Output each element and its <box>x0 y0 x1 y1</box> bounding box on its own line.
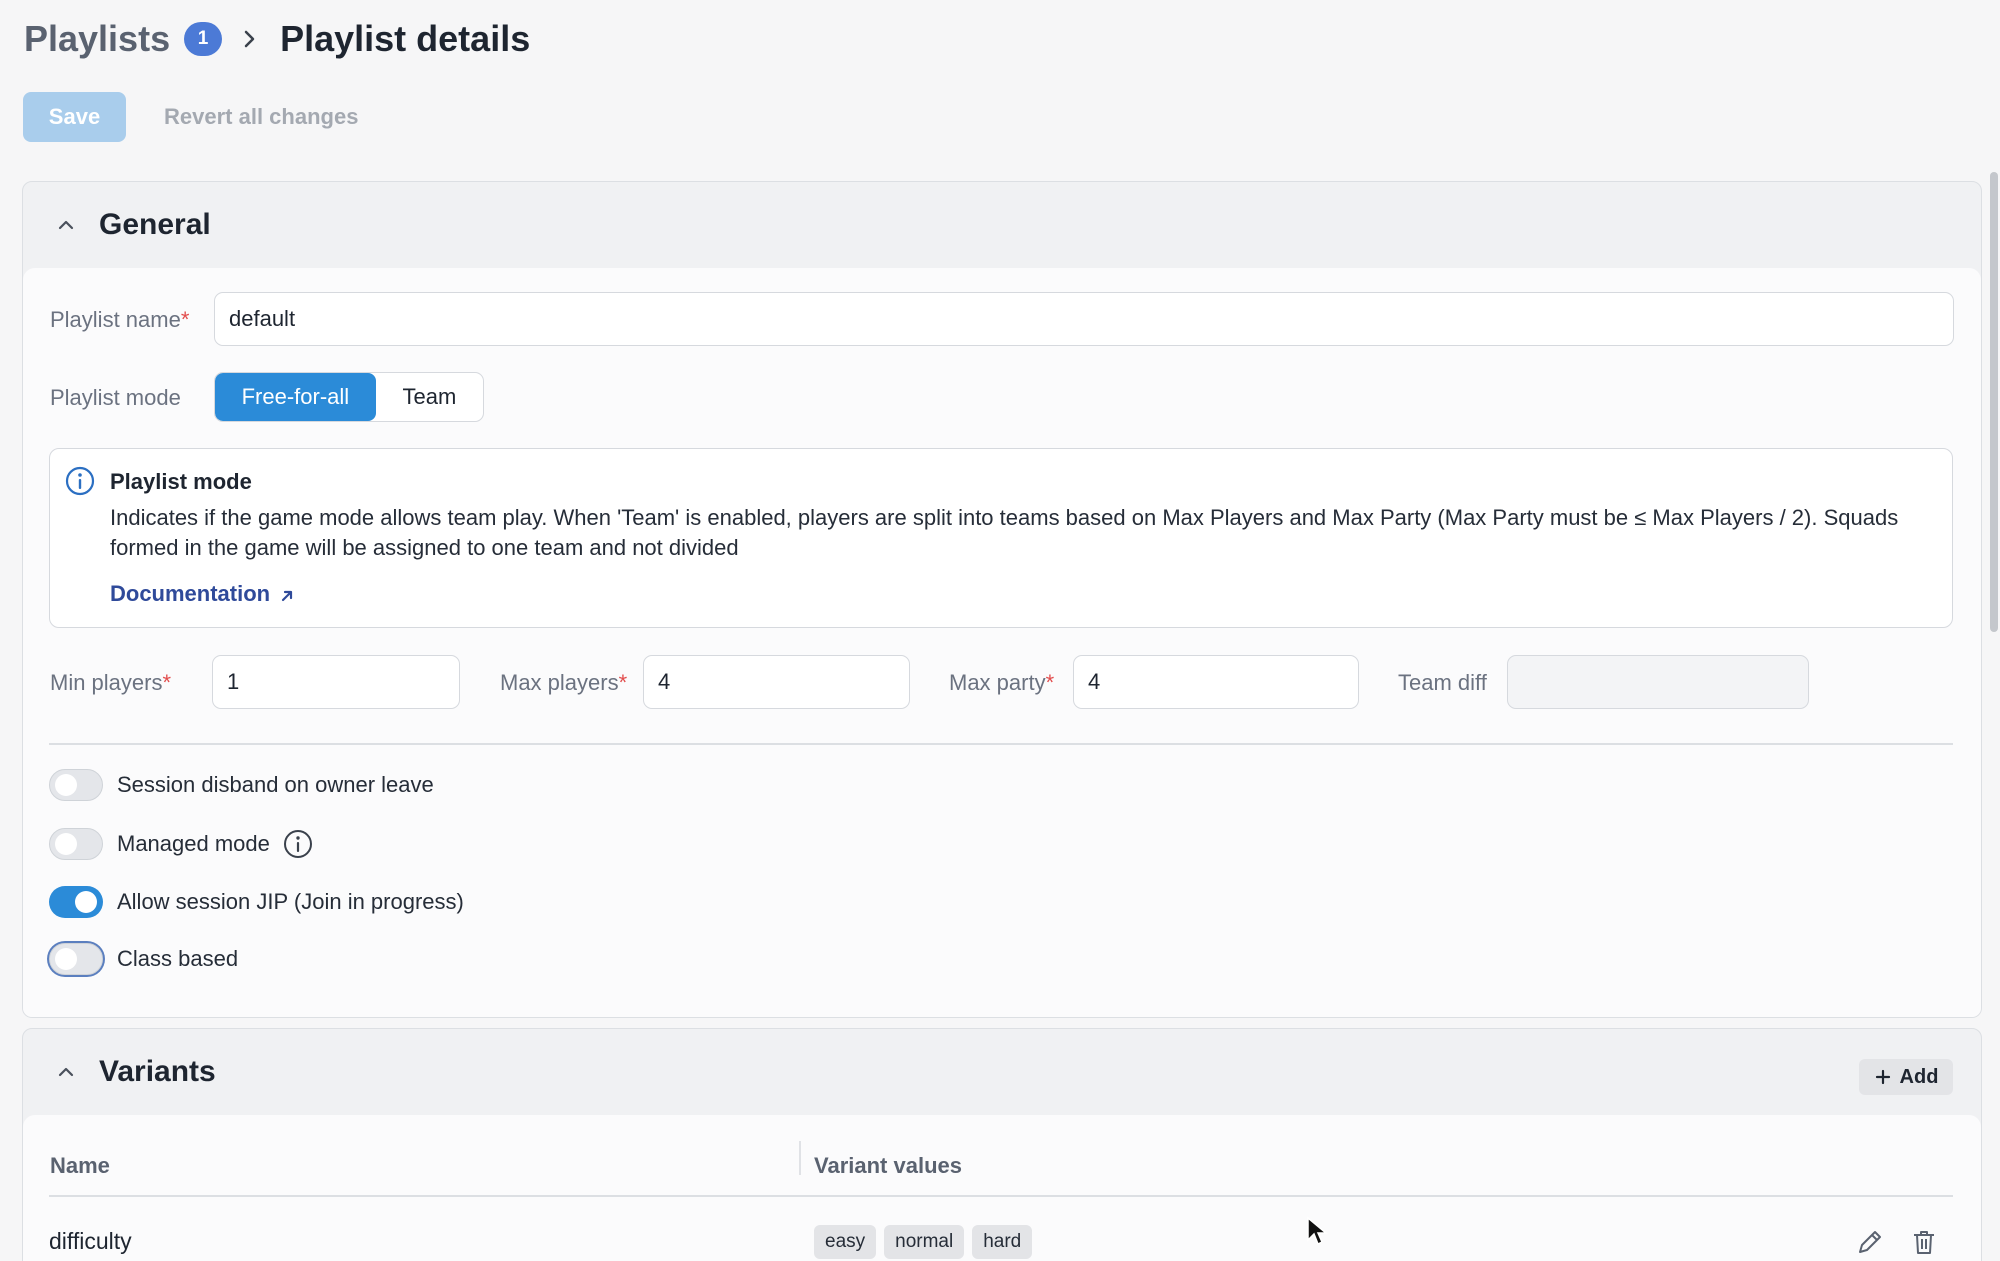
variant-value-tag: easy <box>814 1225 877 1259</box>
chevron-up-icon[interactable] <box>55 214 77 236</box>
max-players-label: Max players* <box>500 670 628 695</box>
general-section-title: General <box>99 208 211 241</box>
info-description: Indicates if the game mode allows team p… <box>110 505 1899 560</box>
column-header-variant-values: Variant values <box>814 1153 962 1178</box>
playlist-mode-info-box: Playlist mode Indicates if the game mode… <box>49 448 1953 628</box>
mode-option-free-for-all[interactable]: Free-for-all <box>215 373 376 421</box>
managed-mode-toggle[interactable] <box>49 828 103 860</box>
page-scrollbar[interactable] <box>1988 172 2000 632</box>
action-bar: Save Revert all changes <box>23 92 358 142</box>
team-diff-label: Team diff <box>1398 670 1487 695</box>
breadcrumb: Playlists 1 Playlist details <box>24 16 530 62</box>
external-link-icon <box>278 585 296 603</box>
toggle-row-managed-mode: Managed mode <box>49 828 314 860</box>
playlist-mode-label: Playlist mode <box>50 385 181 410</box>
breadcrumb-playlists-link[interactable]: Playlists <box>24 18 170 60</box>
general-section-body: Playlist name* default Playlist mode Fre… <box>23 268 1981 1017</box>
variants-section-title: Variants <box>99 1055 216 1088</box>
chevron-right-icon <box>240 29 260 49</box>
table-header-divider <box>49 1195 1953 1197</box>
playlist-name-input[interactable]: default <box>214 292 1954 346</box>
session-disband-label: Session disband on owner leave <box>117 772 434 797</box>
variant-name-cell: difficulty <box>49 1228 132 1254</box>
page-title: Playlist details <box>280 18 531 59</box>
managed-mode-label: Managed mode <box>117 831 270 856</box>
add-variant-label: Add <box>1899 1065 1939 1088</box>
min-players-input[interactable]: 1 <box>212 655 460 709</box>
info-icon <box>64 465 96 497</box>
save-button[interactable]: Save <box>23 92 126 142</box>
section-divider <box>49 743 1953 745</box>
info-title: Playlist mode <box>110 469 252 494</box>
mouse-cursor-icon <box>1306 1216 1330 1248</box>
playlist-name-label: Playlist name* <box>50 307 190 332</box>
toggle-row-class-based: Class based <box>49 943 238 975</box>
toggle-row-allow-jip: Allow session JIP (Join in progress) <box>49 886 464 918</box>
general-section-header[interactable]: General <box>23 182 1981 268</box>
documentation-link[interactable]: Documentation <box>110 581 296 607</box>
plus-icon <box>1875 1069 1890 1085</box>
min-players-label: Min players* <box>50 670 172 695</box>
documentation-link-label: Documentation <box>110 581 271 606</box>
variant-value-tag: hard <box>972 1225 1033 1259</box>
class-based-label: Class based <box>117 946 239 971</box>
variants-section: Variants Add Name Variant values difficu… <box>22 1028 1982 1261</box>
revert-all-changes-button[interactable]: Revert all changes <box>164 104 358 130</box>
team-diff-input[interactable] <box>1507 655 1809 709</box>
variants-section-header[interactable]: Variants <box>23 1029 1981 1115</box>
chevron-up-icon[interactable] <box>55 1061 77 1083</box>
max-party-input[interactable]: 4 <box>1073 655 1359 709</box>
playlist-mode-switch: Free-for-all Team <box>214 372 484 422</box>
edit-pencil-icon[interactable] <box>1853 1225 1887 1259</box>
info-icon[interactable] <box>282 828 314 860</box>
delete-trash-icon[interactable] <box>1907 1225 1941 1259</box>
class-based-toggle[interactable] <box>49 943 103 975</box>
allow-jip-toggle[interactable] <box>49 886 103 918</box>
column-separator <box>799 1141 801 1175</box>
column-header-name: Name <box>50 1153 110 1178</box>
variant-value-tag: normal <box>884 1225 965 1259</box>
playlists-count-badge: 1 <box>184 22 223 56</box>
add-variant-button[interactable]: Add <box>1859 1059 1953 1095</box>
mode-option-team[interactable]: Team <box>376 373 483 421</box>
max-players-input[interactable]: 4 <box>643 655 910 709</box>
general-section: General Playlist name* default Playlist … <box>22 181 1982 1018</box>
variant-values-cell: easy normal hard <box>814 1225 1040 1259</box>
allow-jip-label: Allow session JIP (Join in progress) <box>117 889 464 914</box>
variants-table: Name Variant values difficulty easy norm… <box>23 1115 1981 1261</box>
session-disband-toggle[interactable] <box>49 769 103 801</box>
max-party-label: Max party* <box>949 670 1055 695</box>
toggle-row-session-disband: Session disband on owner leave <box>49 769 434 801</box>
